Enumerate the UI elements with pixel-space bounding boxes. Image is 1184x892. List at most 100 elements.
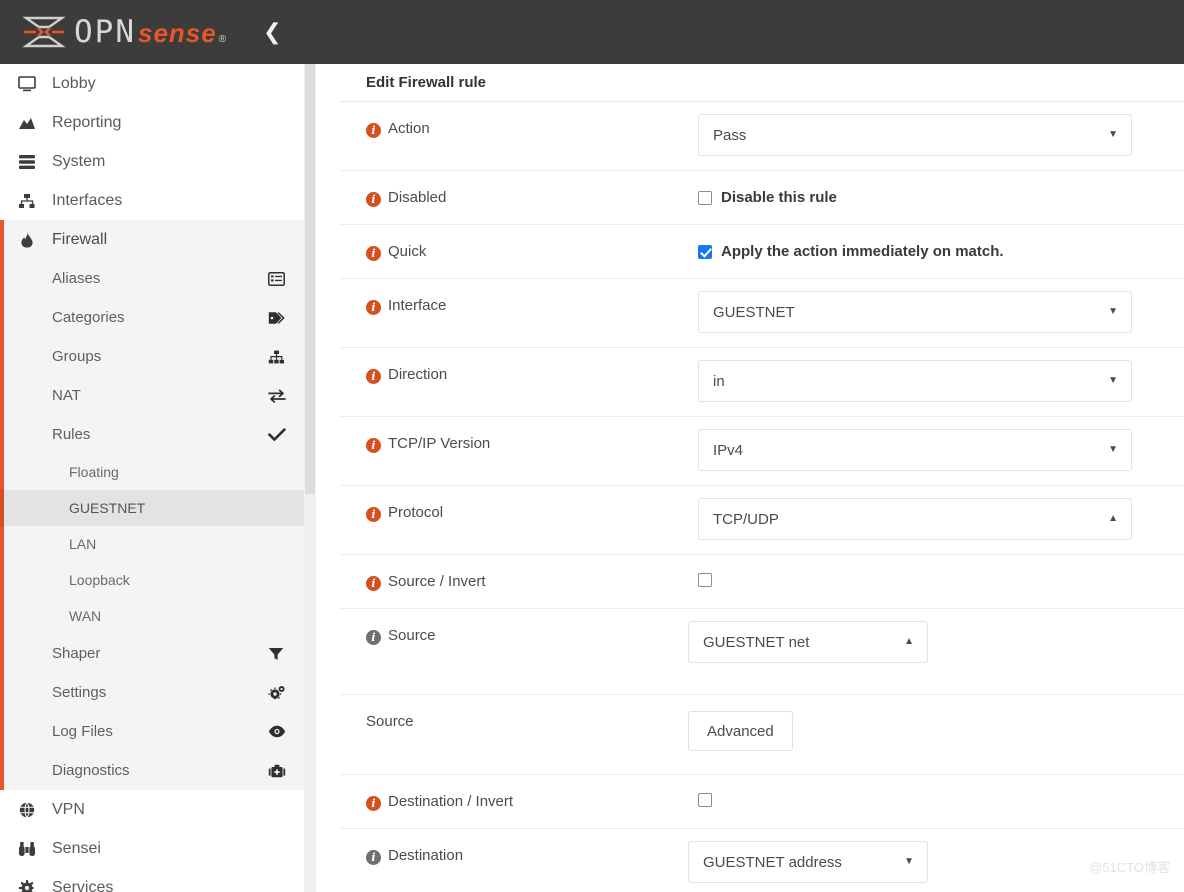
sidebar-item-lobby[interactable]: Lobby [0, 64, 304, 103]
sidebar-item-lan[interactable]: LAN [4, 526, 304, 562]
source-select[interactable]: GUESTNET net ▲ [688, 621, 928, 663]
gear-icon [18, 880, 44, 892]
sidebar-item-label: Categories [52, 309, 125, 326]
main-sidebar: Lobby Reporting System Interfaces [0, 64, 304, 892]
field-label-text: Action [388, 120, 430, 137]
top-navigation-bar: OPN sense ® ❮ [0, 0, 1184, 64]
form-row-direction: i Direction in ▼ [340, 348, 1184, 417]
interface-select[interactable]: GUESTNET ▼ [698, 291, 1132, 333]
sidebar-item-interfaces[interactable]: Interfaces [0, 181, 304, 220]
form-row-action: i Action Pass ▼ [340, 102, 1184, 171]
filter-icon [268, 647, 288, 661]
form-row-interface: i Interface GUESTNET ▼ [340, 279, 1184, 348]
chevron-up-icon: ▲ [904, 637, 914, 647]
field-label-disabled: i Disabled [340, 171, 678, 220]
info-circle-icon[interactable]: i [366, 796, 381, 811]
sidebar-item-rules[interactable]: Rules [4, 415, 304, 454]
sitemap-icon [268, 350, 288, 364]
sidebar-item-reporting[interactable]: Reporting [0, 103, 304, 142]
sidebar-item-log-files[interactable]: Log Files [4, 712, 304, 751]
gears-icon [268, 685, 288, 700]
sidebar-item-shaper[interactable]: Shaper [4, 634, 304, 673]
info-circle-icon[interactable]: i [366, 192, 381, 207]
info-circle-icon[interactable]: i [366, 438, 381, 453]
sidebar-item-aliases[interactable]: Aliases [4, 259, 304, 298]
source-invert-checkbox-row [698, 567, 721, 587]
field-label-source-invert: i Source / Invert [340, 555, 678, 604]
field-control-disabled: Disable this rule [678, 171, 1184, 220]
action-select[interactable]: Pass ▼ [698, 114, 1132, 156]
quick-checkbox-row: Apply the action immediately on match. [698, 237, 1004, 260]
sidebar-item-floating[interactable]: Floating [4, 454, 304, 490]
chevron-left-icon[interactable]: ❮ [255, 15, 289, 49]
field-control-quick: Apply the action immediately on match. [678, 225, 1184, 274]
quick-checkbox[interactable] [698, 245, 712, 259]
sidebar-item-sensei[interactable]: Sensei [0, 829, 304, 868]
sidebar-item-label: Interfaces [52, 192, 122, 210]
sidebar-item-label: LAN [69, 536, 96, 552]
disable-rule-checkbox[interactable] [698, 191, 712, 205]
info-circle-icon[interactable]: i [366, 576, 381, 591]
content-gutter [316, 64, 340, 892]
sidebar-item-diagnostics[interactable]: Diagnostics [4, 751, 304, 790]
field-label-text: Direction [388, 366, 447, 383]
disable-rule-checkbox-label: Disable this rule [721, 189, 837, 206]
brand-name-secondary: sense [138, 20, 217, 46]
source-select-value: GUESTNET net [703, 634, 809, 651]
field-label-text: Destination / Invert [388, 793, 513, 810]
info-circle-icon[interactable]: i [366, 300, 381, 315]
brand-wordmark: OPN sense ® [74, 17, 227, 48]
sidebar-item-loopback[interactable]: Loopback [4, 562, 304, 598]
tcpip-version-select[interactable]: IPv4 ▼ [698, 429, 1132, 471]
opnsense-app-window: OPN sense ® ❮ Lobby Reporting System [0, 0, 1184, 892]
interface-select-value: GUESTNET [713, 304, 795, 321]
info-circle-icon[interactable]: i [366, 123, 381, 138]
field-label-source: i Source [340, 609, 678, 658]
field-label-protocol: i Protocol [340, 486, 678, 535]
chevron-down-icon: ▼ [1108, 445, 1118, 455]
sidebar-item-wan[interactable]: WAN [4, 598, 304, 634]
sidebar-item-label: Firewall [52, 231, 107, 249]
field-label-text: Disabled [388, 189, 446, 206]
info-circle-icon[interactable]: i [366, 246, 381, 261]
eye-icon [268, 725, 288, 738]
chevron-up-icon: ▲ [1108, 514, 1118, 524]
field-label-interface: i Interface [340, 279, 678, 328]
source-advanced-button[interactable]: Advanced [688, 711, 793, 751]
brand-logo[interactable]: OPN sense ® [22, 0, 227, 64]
sidebar-item-services[interactable]: Services [0, 868, 304, 892]
field-label-action: i Action [340, 102, 678, 151]
page-scrollbar[interactable] [304, 64, 316, 892]
destination-invert-checkbox[interactable] [698, 793, 712, 807]
info-circle-icon[interactable]: i [366, 630, 381, 645]
source-invert-checkbox[interactable] [698, 573, 712, 587]
direction-select-value: in [713, 373, 725, 390]
sidebar-item-label: Services [52, 879, 113, 892]
sidebar-item-guestnet[interactable]: GUESTNET [4, 490, 304, 526]
sidebar-item-label: Settings [52, 684, 106, 701]
sidebar-item-system[interactable]: System [0, 142, 304, 181]
sidebar-item-nat[interactable]: NAT [4, 376, 304, 415]
field-label-source-advanced: Source [340, 695, 678, 744]
sidebar-item-categories[interactable]: Categories [4, 298, 304, 337]
sidebar-item-label: Shaper [52, 645, 100, 662]
info-circle-icon[interactable]: i [366, 507, 381, 522]
destination-select[interactable]: GUESTNET address ▼ [688, 841, 928, 883]
sidebar-group-firewall: Firewall Aliases Categories Groups [0, 220, 304, 790]
field-label-destination-invert: i Destination / Invert [340, 775, 678, 824]
sidebar-item-vpn[interactable]: VPN [0, 790, 304, 829]
registered-mark: ® [219, 35, 227, 45]
protocol-select[interactable]: TCP/UDP ▲ [698, 498, 1132, 540]
sidebar-item-settings[interactable]: Settings [4, 673, 304, 712]
info-circle-icon[interactable]: i [366, 369, 381, 384]
scrollbar-thumb[interactable] [305, 64, 315, 494]
form-row-tcpip-version: i TCP/IP Version IPv4 ▼ [340, 417, 1184, 486]
sidebar-item-firewall[interactable]: Firewall [4, 220, 304, 259]
sidebar-item-groups[interactable]: Groups [4, 337, 304, 376]
sidebar-item-label: WAN [69, 608, 101, 624]
info-circle-icon[interactable]: i [366, 850, 381, 865]
field-control-tcpip-version: IPv4 ▼ [678, 417, 1184, 485]
field-label-text: TCP/IP Version [388, 435, 490, 452]
direction-select[interactable]: in ▼ [698, 360, 1132, 402]
form-row-destination-invert: i Destination / Invert [340, 775, 1184, 829]
